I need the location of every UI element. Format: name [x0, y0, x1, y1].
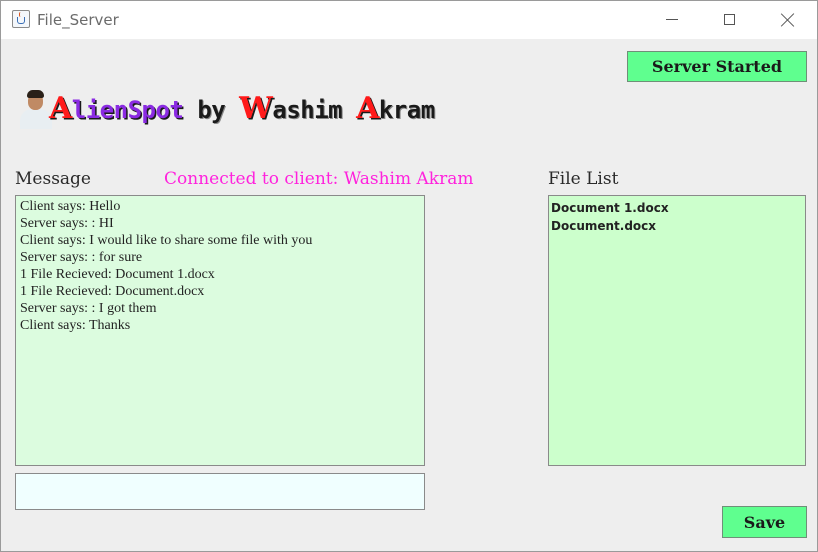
message-input[interactable]	[15, 473, 425, 510]
logo-part: by	[183, 96, 240, 124]
message-line: Client says: Thanks	[20, 318, 131, 333]
message-line: Client says: Hello	[20, 199, 121, 214]
file-list[interactable]: Document 1.docx Document.docx	[548, 195, 806, 466]
file-server-window: File_Server Server Started AlienSpot by …	[0, 0, 818, 552]
logo-part: kram	[378, 96, 435, 124]
logo-part: lienSpot	[71, 96, 184, 124]
logo-part: A	[356, 91, 379, 126]
minimize-icon	[666, 19, 678, 20]
message-line: Client says: I would like to share some …	[20, 233, 313, 248]
maximize-icon	[724, 14, 735, 25]
file-list-item[interactable]: Document.docx	[551, 217, 803, 235]
title-bar[interactable]: File_Server	[1, 1, 817, 39]
file-list-item[interactable]: Document 1.docx	[551, 199, 803, 217]
message-log[interactable]: Client says: Hello Server says: : HI Cli…	[15, 195, 425, 466]
message-line: Server says: : HI	[20, 216, 114, 231]
window-title: File_Server	[37, 11, 119, 29]
logo-part: W	[239, 91, 273, 126]
save-button[interactable]: Save	[722, 506, 807, 538]
file-list-label: File List	[548, 169, 619, 189]
message-label: Message	[15, 169, 91, 189]
logo-part: A	[49, 91, 72, 126]
message-line: Server says: : for sure	[20, 250, 143, 265]
message-line: Server says: : I got them	[20, 301, 157, 316]
close-icon	[781, 13, 795, 27]
message-line: 1 File Recieved: Document.docx	[20, 284, 205, 299]
server-started-button[interactable]: Server Started	[627, 51, 807, 82]
minimize-button[interactable]	[643, 1, 701, 39]
alienspot-logo: AlienSpot by Washim Akram	[17, 89, 435, 129]
message-line: 1 File Recieved: Document 1.docx	[20, 267, 215, 282]
close-button[interactable]	[759, 1, 817, 39]
logo-text: AlienSpot by Washim Akram	[49, 91, 435, 126]
maximize-button[interactable]	[701, 1, 759, 39]
logo-part: ashim	[272, 96, 357, 124]
java-cup-icon	[12, 10, 30, 28]
connection-status: Connected to client: Washim Akram	[164, 169, 474, 189]
